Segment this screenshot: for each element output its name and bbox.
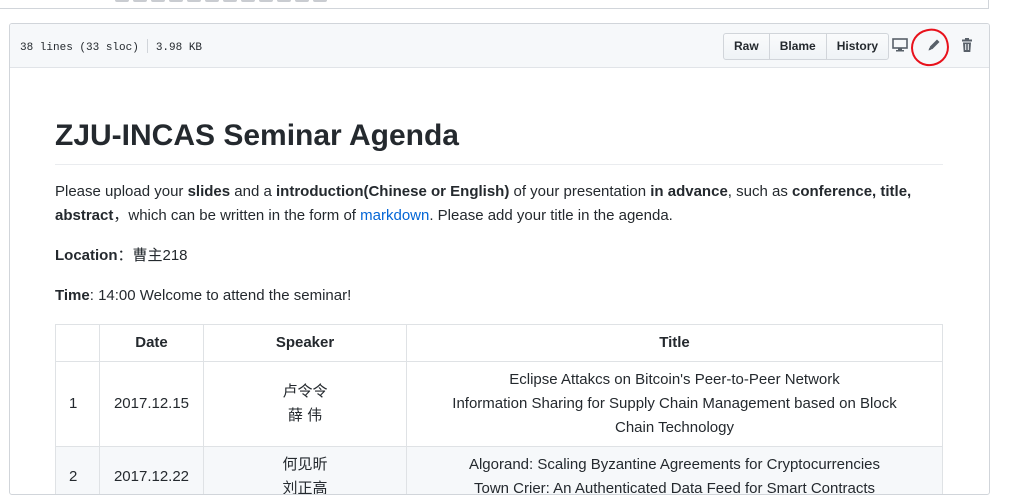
raw-button[interactable]: Raw (724, 34, 770, 59)
avatar[interactable] (277, 0, 291, 2)
row-number: 2 (56, 447, 100, 495)
row-speakers: 何见昕刘正高 (204, 447, 407, 495)
row-speakers: 卢令令薛 伟 (204, 362, 407, 447)
file-viewer: 38 lines (33 sloc) 3.98 KB Raw Blame Hist… (9, 23, 990, 495)
intro-text: Please upload your (55, 183, 188, 200)
column-header-speaker: Speaker (204, 325, 407, 362)
time-line: Time: 14:00 Welcome to attend the semina… (55, 284, 943, 308)
blame-button[interactable]: Blame (770, 34, 827, 59)
desktop-icon[interactable] (892, 37, 908, 53)
page-title: ZJU-INCAS Seminar Agenda (55, 116, 943, 165)
table-header-row: Date Speaker Title (56, 325, 943, 362)
trash-icon[interactable] (959, 37, 975, 53)
avatar[interactable] (151, 0, 165, 2)
avatar[interactable] (313, 0, 327, 2)
contributor-avatars (115, 0, 327, 2)
speaker-name: 何见昕 (282, 456, 327, 473)
talk-title: Information Sharing for Supply Chain Man… (452, 395, 896, 412)
time-value: : 14:00 Welcome to attend the seminar! (90, 287, 352, 304)
intro-bold: slides (188, 183, 231, 200)
avatar[interactable] (169, 0, 183, 2)
intro-paragraph: Please upload your slides and a introduc… (55, 180, 943, 228)
row-titles: Algorand: Scaling Byzantine Agreements f… (407, 447, 943, 495)
avatar[interactable] (241, 0, 255, 2)
speaker-name: 薛 伟 (288, 407, 322, 424)
row-date: 2017.12.15 (100, 362, 204, 447)
column-header-index (56, 325, 100, 362)
previous-panel-edge (0, 0, 989, 9)
file-actions: Raw Blame History (723, 33, 889, 60)
intro-text: ，which can be written in the form of (113, 207, 360, 224)
row-date: 2017.12.22 (100, 447, 204, 495)
time-label: Time (55, 287, 90, 304)
avatar[interactable] (205, 0, 219, 2)
markdown-link[interactable]: markdown (360, 207, 429, 224)
intro-text: and a (230, 183, 276, 200)
row-titles: Eclipse Attakcs on Bitcoin's Peer-to-Pee… (407, 362, 943, 447)
column-header-title: Title (407, 325, 943, 362)
location-value: ：曹主218 (118, 247, 188, 264)
column-header-date: Date (100, 325, 204, 362)
file-header: 38 lines (33 sloc) 3.98 KB Raw Blame Hist… (10, 24, 989, 68)
talk-title: Town Crier: An Authenticated Data Feed f… (474, 480, 875, 495)
intro-text: of your presentation (509, 183, 650, 200)
location-line: Location：曹主218 (55, 244, 943, 268)
intro-bold: introduction(Chinese or English) (276, 183, 509, 200)
row-number: 1 (56, 362, 100, 447)
avatar[interactable] (223, 0, 237, 2)
file-size: 3.98 KB (156, 42, 202, 54)
talk-title: Eclipse Attakcs on Bitcoin's Peer-to-Pee… (509, 371, 840, 388)
agenda-table: Date Speaker Title 1 2017.12.15 卢令令薛 伟 E… (55, 324, 943, 495)
intro-text: , such as (728, 183, 792, 200)
talk-title: Algorand: Scaling Byzantine Agreements f… (469, 456, 880, 473)
history-button[interactable]: History (827, 34, 888, 59)
table-row: 1 2017.12.15 卢令令薛 伟 Eclipse Attakcs on B… (56, 362, 943, 447)
location-label: Location (55, 247, 118, 264)
talk-title: Chain Technology (615, 419, 734, 436)
line-count: 38 lines (33 sloc) (20, 42, 139, 54)
speaker-name: 刘正高 (282, 480, 327, 495)
speaker-name: 卢令令 (282, 383, 327, 400)
divider (147, 39, 148, 53)
file-info: 38 lines (33 sloc) 3.98 KB (20, 39, 202, 54)
intro-bold: in advance (650, 183, 728, 200)
avatar[interactable] (115, 0, 129, 2)
avatar[interactable] (133, 0, 147, 2)
table-row: 2 2017.12.22 何见昕刘正高 Algorand: Scaling By… (56, 447, 943, 495)
avatar[interactable] (295, 0, 309, 2)
intro-text: . Please add your title in the agenda. (429, 207, 673, 224)
avatar[interactable] (187, 0, 201, 2)
avatar[interactable] (259, 0, 273, 2)
